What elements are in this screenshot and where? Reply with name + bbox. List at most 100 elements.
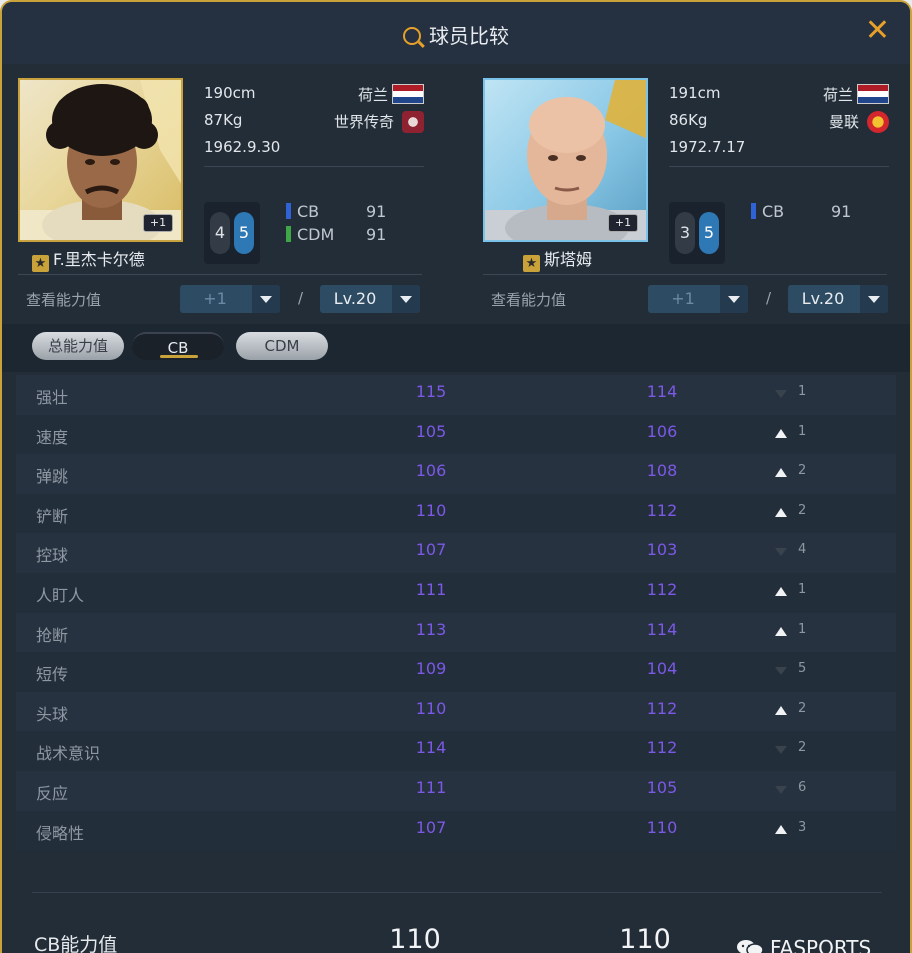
player-level-dropdown[interactable]: Lv.20 — [788, 285, 888, 313]
stat-difference: 3 — [798, 819, 807, 835]
player-card-left: +1 ★ F.里杰卡尔德 190cm 荷兰 87Kg 世界传奇 1962.9.30… — [18, 78, 448, 318]
enhance-level-value: +1 — [203, 289, 227, 308]
stat-difference: 1 — [798, 423, 807, 439]
player-birthdate: 1972.7.17 — [669, 138, 746, 156]
cb-ability-left: 110 — [389, 924, 441, 953]
world-legends-badge-icon — [402, 111, 424, 133]
player-team: 世界传奇 — [333, 113, 394, 131]
arrow-up-icon — [775, 705, 787, 715]
stat-value-right: 114 — [646, 382, 678, 401]
stat-row: 头球 110 112 2 — [16, 691, 896, 732]
stat-label: 侵略性 — [36, 823, 85, 843]
stat-value-left: 111 — [415, 777, 447, 797]
info-divider — [669, 166, 889, 167]
skill-moves-weakfoot: 4 5 — [204, 202, 260, 264]
position-code: CDM — [297, 225, 335, 244]
arrow-down-icon — [775, 667, 787, 676]
tab-cb[interactable]: CB — [132, 332, 224, 360]
star-icon: ★ — [523, 255, 540, 272]
stat-label: 抢断 — [36, 625, 69, 645]
stat-value-right: 114 — [646, 619, 678, 639]
stat-label: 速度 — [36, 427, 69, 447]
stat-difference: 5 — [798, 661, 807, 677]
stat-row: 战术意识 114 112 2 — [16, 731, 896, 771]
stat-label: 控球 — [36, 546, 69, 566]
stat-row: 强壮 115 114 1 — [16, 375, 896, 415]
player-level-value: Lv.20 — [801, 289, 845, 308]
stat-row: 短传 109 104 5 — [16, 652, 896, 692]
section-divider — [483, 274, 887, 275]
position-color-bar — [751, 203, 756, 219]
player-info: 191cm 荷兰 86Kg 曼联 1972.7.17 — [669, 84, 889, 165]
player-level-dropdown[interactable]: Lv.20 — [320, 285, 420, 313]
star-icon: ★ — [32, 255, 49, 272]
player-height: 190cm — [204, 84, 256, 102]
search-icon — [403, 27, 421, 45]
stat-label: 战术意识 — [36, 744, 101, 764]
stat-value-left: 105 — [415, 421, 447, 441]
arrow-up-icon — [775, 507, 787, 517]
position-cb: CB 91 — [286, 202, 386, 221]
position-rating: 91 — [366, 225, 387, 244]
enhance-badge: +1 — [143, 214, 173, 232]
stat-label: 强壮 — [36, 388, 69, 407]
player-name-text: 斯塔姆 — [544, 250, 593, 269]
stat-value-right: 112 — [646, 500, 678, 520]
cb-ability-label: CB能力值 — [34, 934, 118, 953]
stat-value-left: 107 — [415, 540, 447, 560]
enhance-badge: +1 — [608, 214, 638, 232]
player-birthdate: 1962.9.30 — [204, 138, 281, 156]
tab-overall[interactable]: 总能力值 — [32, 332, 124, 360]
section-divider — [18, 274, 422, 275]
player-name: ★ F.里杰卡尔德 — [32, 246, 145, 272]
left-foot-rating: 4 — [210, 212, 230, 254]
close-button[interactable]: ✕ — [865, 16, 890, 46]
position-tabs: 总能力值 CB CDM — [2, 324, 910, 372]
stat-difference: 4 — [798, 542, 807, 558]
enhance-level-value: +1 — [671, 289, 695, 308]
wechat-icon — [737, 940, 764, 953]
stat-value-left: 106 — [415, 461, 447, 481]
player-team: 曼联 — [828, 113, 859, 131]
player-level-value: Lv.20 — [333, 289, 377, 308]
arrow-down-icon — [775, 548, 787, 557]
player-card-right: +1 ★ 斯塔姆 191cm 荷兰 86Kg 曼联 1972.7.17 3 5 C… — [483, 78, 910, 318]
view-stats-label: 查看能力值 — [26, 291, 102, 309]
stat-value-left: 115 — [415, 382, 447, 401]
stat-label: 弹跳 — [36, 467, 69, 487]
right-foot-rating: 5 — [234, 212, 254, 254]
arrow-up-icon — [775, 468, 787, 478]
player-height: 191cm — [669, 84, 721, 102]
player-portrait[interactable]: +1 — [483, 78, 648, 242]
netherlands-flag-icon — [392, 84, 424, 104]
position-cdm: CDM 91 — [286, 225, 386, 244]
stats-comparison-table: 强壮 115 114 1 速度 105 106 1 弹跳 106 108 2 铲断 110 112 2 控球 10… — [16, 375, 896, 851]
stat-difference: 2 — [798, 463, 807, 479]
stat-row: 速度 105 106 1 — [16, 414, 896, 455]
tab-cdm[interactable]: CDM — [236, 332, 328, 360]
window-title: 球员比较 — [2, 20, 910, 49]
skill-moves-weakfoot: 3 5 — [669, 202, 725, 264]
chevron-down-icon — [392, 285, 420, 313]
info-divider — [204, 166, 424, 167]
stat-row: 弹跳 106 108 2 — [16, 454, 896, 494]
player-info: 190cm 荷兰 87Kg 世界传奇 1962.9.30 — [204, 84, 424, 165]
player-portrait[interactable]: +1 — [18, 78, 183, 242]
position-code: CB — [297, 202, 320, 221]
stat-row: 反应 111 105 6 — [16, 770, 896, 811]
separator-slash: / — [298, 289, 304, 307]
stat-difference: 1 — [798, 384, 807, 399]
player-weight: 86Kg — [669, 111, 708, 129]
stat-label: 头球 — [36, 704, 69, 724]
enhance-level-dropdown[interactable]: +1 — [180, 285, 280, 313]
player-weight: 87Kg — [204, 111, 243, 129]
stat-row: 抢断 113 114 1 — [16, 612, 896, 653]
arrow-down-icon — [775, 785, 787, 794]
stat-value-right: 104 — [646, 659, 678, 679]
enhance-level-dropdown[interactable]: +1 — [648, 285, 748, 313]
close-icon: ✕ — [864, 13, 890, 48]
stat-value-left: 109 — [415, 659, 447, 679]
player-compare-window: 球员比较 ✕ +1 ★ F.里杰卡尔德 190cm 荷兰 87Kg 世界传奇 1… — [0, 0, 912, 953]
position-rating: 91 — [366, 202, 387, 221]
stat-value-right: 108 — [646, 461, 678, 481]
